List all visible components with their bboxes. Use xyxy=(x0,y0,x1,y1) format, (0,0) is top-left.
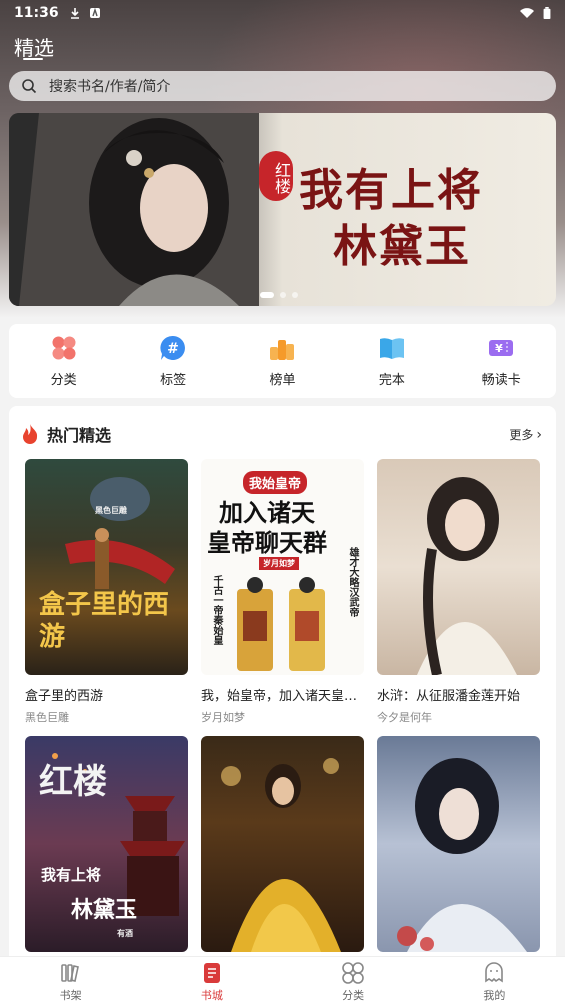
cover-line2: 我有上将 xyxy=(41,866,102,884)
book-cover[interactable] xyxy=(201,736,364,952)
banner-title-line1: 我有上将 xyxy=(299,165,483,216)
search-bar[interactable]: 搜索书名/作者/简介 xyxy=(9,71,556,101)
tab-bookstore[interactable]: 书城 xyxy=(141,957,282,1004)
book-card[interactable]: 我始皇帝 加入诸天 皇帝聊天群 岁月如梦 千古一帝秦始皇 雄才大略汉武帝 我，始… xyxy=(201,459,364,725)
cover-author: 有酒 xyxy=(117,928,133,938)
search-input[interactable]: 搜索书名/作者/简介 xyxy=(49,76,170,96)
tab-label: 分类 xyxy=(342,989,365,1002)
wifi-icon xyxy=(520,8,534,18)
hashtag-icon: # xyxy=(160,335,186,360)
cover-left-text: 千古一帝秦始皇 xyxy=(211,575,222,645)
book-cover[interactable]: 我始皇帝 加入诸天 皇帝聊天群 岁月如梦 千古一帝秦始皇 雄才大略汉武帝 xyxy=(201,459,364,675)
title-underline xyxy=(23,58,43,60)
cover-right-text: 雄才大略汉武帝 xyxy=(347,547,358,617)
more-link[interactable]: 更多 › xyxy=(509,426,542,443)
book-cover[interactable]: 红楼 我有上将 林黛玉 有酒 xyxy=(25,736,188,952)
search-icon xyxy=(22,79,37,94)
quick-nav-ranking[interactable]: 榜单 xyxy=(242,335,322,388)
status-time: 11:36 xyxy=(14,5,59,21)
quick-nav-label: 榜单 xyxy=(269,372,296,388)
quick-nav-category[interactable]: 分类 xyxy=(24,335,104,388)
bookstore-icon xyxy=(203,963,220,983)
book-author: 岁月如梦 xyxy=(201,711,245,724)
book-card[interactable]: 水浒：从征服潘金莲开始 今夕是何年 xyxy=(377,459,540,725)
book-card[interactable] xyxy=(201,736,364,952)
open-book-icon xyxy=(379,337,404,359)
quick-nav-label: 畅读卡 xyxy=(481,372,521,388)
cover-emperors-illustration xyxy=(237,577,325,671)
featured-banner[interactable]: 红楼 我有上将 林黛玉 xyxy=(9,113,556,306)
banner-dot-active xyxy=(260,292,274,298)
quick-nav-tags[interactable]: # 标签 xyxy=(133,335,213,388)
book-cover[interactable] xyxy=(377,459,540,675)
book-card[interactable]: 红楼 我有上将 林黛玉 有酒 xyxy=(25,736,188,952)
tab-category[interactable]: 分类 xyxy=(283,957,424,1004)
fire-icon xyxy=(23,424,38,444)
book-title: 水浒：从征服潘金莲开始 xyxy=(377,689,521,704)
cover-author: 岁月如梦 xyxy=(259,557,299,570)
quick-nav-completed[interactable]: 完本 xyxy=(352,335,432,388)
banner-illustration xyxy=(9,113,259,306)
svg-text:¥: ¥ xyxy=(495,342,503,355)
book-card[interactable]: 黑色巨雕 盒子里的西游 盒子里的西游 黑色巨雕 xyxy=(25,459,188,725)
hot-picks-section: 热门精选 更多 › 黑色巨雕 盒子里的西游 盒子里的西游 黑色巨雕 我始皇帝 加… xyxy=(9,406,556,966)
cover-title: 盒子里的西游 xyxy=(39,590,170,652)
banner-dot xyxy=(280,292,286,298)
book-title: 盒子里的西游 xyxy=(25,689,104,704)
cover-line2: 皇帝聊天群 xyxy=(207,528,327,557)
tab-bookshelf[interactable]: 书架 xyxy=(0,957,141,1004)
cover-line1: 红楼 xyxy=(39,762,107,802)
svg-text:#: # xyxy=(167,341,179,357)
more-label: 更多 xyxy=(509,428,534,442)
tab-profile[interactable]: 我的 xyxy=(424,957,565,1004)
cover-line3: 林黛玉 xyxy=(71,897,138,923)
profile-icon xyxy=(485,962,504,983)
battery-icon xyxy=(543,7,551,19)
book-card[interactable] xyxy=(377,736,540,952)
ranking-icon xyxy=(270,339,295,360)
download-icon xyxy=(70,8,79,19)
book-cover[interactable] xyxy=(377,736,540,952)
ticket-icon: ¥ xyxy=(489,339,514,356)
cover-author: 黑色巨雕 xyxy=(95,505,127,515)
banner-pagination xyxy=(260,292,298,298)
banner-title-line2: 林黛玉 xyxy=(333,221,471,272)
cover-art xyxy=(397,758,527,952)
book-author: 今夕是何年 xyxy=(377,711,432,724)
tab-label: 书城 xyxy=(200,989,223,1002)
book-author: 黑色巨雕 xyxy=(25,711,69,724)
quick-nav-reading-card[interactable]: ¥ 畅读卡 xyxy=(461,335,541,388)
quick-nav-label: 标签 xyxy=(160,372,187,388)
quick-nav: 分类 # 标签 榜单 完本 ¥ 畅读卡 xyxy=(9,324,556,398)
cover-badge: 我始皇帝 xyxy=(243,471,308,494)
status-bar: 11:36 xyxy=(0,0,565,26)
banner-dot xyxy=(292,292,298,298)
tab-label: 书架 xyxy=(59,989,82,1002)
page-title[interactable]: 精选 xyxy=(14,32,54,61)
bottom-tab-bar: 书架 书城 分类 我的 xyxy=(0,956,565,1004)
cover-art xyxy=(417,477,517,675)
section-header: 热门精选 xyxy=(21,422,111,446)
bookshelf-icon xyxy=(60,964,79,982)
banner-title: 我有上将 林黛玉 xyxy=(299,163,483,275)
chevron-right-icon: › xyxy=(536,426,542,443)
book-cover[interactable]: 黑色巨雕 盒子里的西游 xyxy=(25,459,188,675)
book-title: 我，始皇帝，加入诸天皇帝聊天群 xyxy=(201,689,364,704)
quick-nav-label: 完本 xyxy=(378,372,405,388)
grid-icon xyxy=(52,336,76,359)
cover-art xyxy=(221,758,341,952)
quick-nav-label: 分类 xyxy=(50,372,77,388)
section-title: 热门精选 xyxy=(47,426,112,445)
category-icon xyxy=(342,962,364,984)
tab-label: 我的 xyxy=(483,989,506,1002)
app-notification-icon xyxy=(89,7,100,18)
banner-seal: 红楼 xyxy=(259,151,293,201)
